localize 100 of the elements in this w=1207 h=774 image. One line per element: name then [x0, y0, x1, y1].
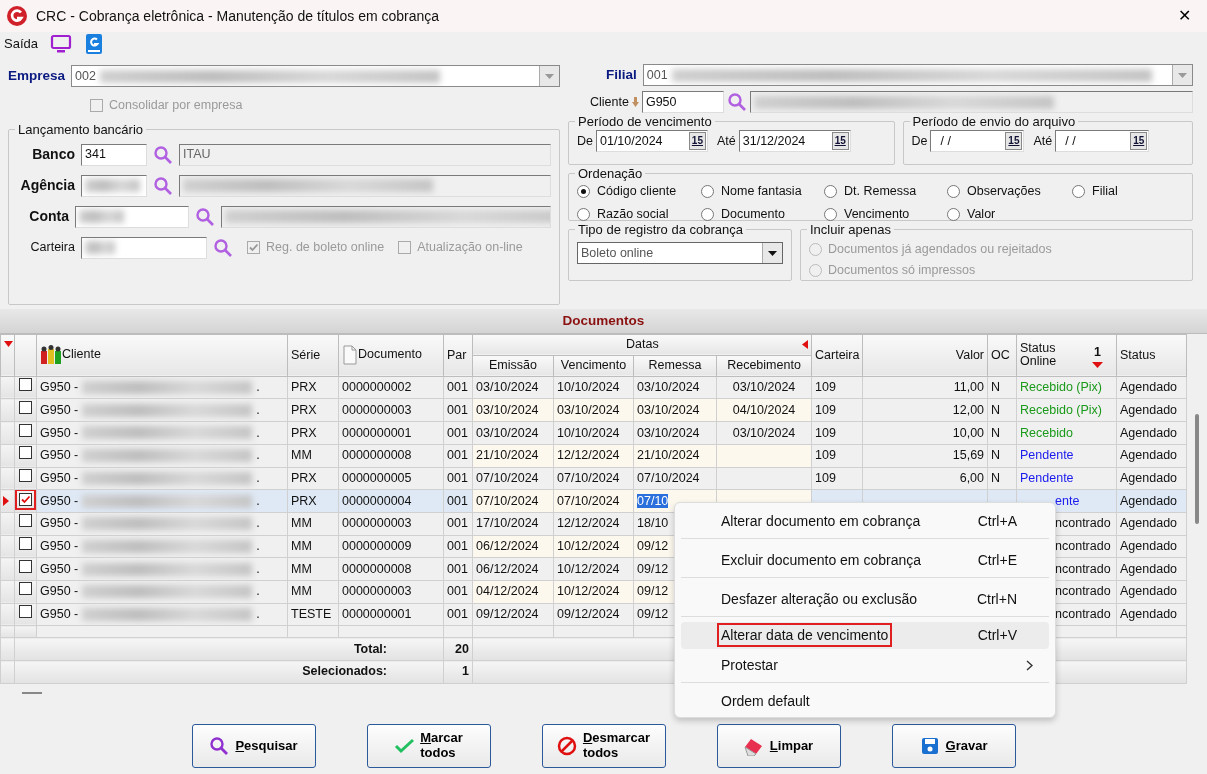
checkbox[interactable] — [19, 468, 32, 482]
action-button[interactable]: Desmarcar todos — [541, 723, 666, 768]
input-field[interactable]: 341 — [81, 143, 147, 166]
table-cell: 09/12 — [637, 584, 669, 599]
column-header[interactable]: Carteira — [811, 334, 863, 377]
redacted-text — [85, 179, 140, 193]
radio-button[interactable] — [1072, 184, 1085, 198]
table-row[interactable]: G950 - . PRX 0000000001 001 03/10/2024 10/10/2024 03/10/2024 03/10/2024 109 10,00 N Recebido Agendado — [0, 421, 1187, 445]
table-cell: ncontrado — [1055, 607, 1111, 622]
dropdown-arrow-icon — [545, 73, 554, 79]
select-field[interactable]: Boleto online — [577, 242, 783, 264]
table-cell: 09/12/2024 — [476, 607, 539, 622]
table-cell: PRX — [291, 402, 317, 417]
column-header[interactable]: Status — [1116, 334, 1187, 377]
search-icon[interactable] — [153, 175, 173, 196]
input-field[interactable]: G950 — [641, 91, 724, 113]
table-cell: 04/10/2024 — [732, 402, 796, 417]
table-cell: 109 — [815, 402, 836, 417]
column-header[interactable]: Série — [287, 334, 339, 377]
input-field[interactable] — [81, 236, 207, 259]
column-header[interactable]: OC — [987, 334, 1017, 377]
menu-item[interactable]: Alterar documento em cobrança Ctrl+A — [681, 505, 1049, 539]
action-button[interactable]: Limpar — [716, 723, 841, 768]
input-field[interactable] — [81, 174, 147, 197]
radio-button[interactable] — [947, 207, 960, 221]
table-cell-text: G950 - — [40, 424, 79, 442]
table-cell: 12,00 — [952, 402, 985, 417]
table-cell: 03/10/2024 — [637, 380, 700, 395]
table-row[interactable]: G950 - . PRX 0000000003 001 03/10/2024 03/10/2024 03/10/2024 04/10/2024 109 12,00 N Recebido (Pix) Agendado — [0, 398, 1187, 422]
date-field[interactable]: 31/12/2024 15 — [738, 130, 851, 152]
filial-combo[interactable]: 001 — [642, 64, 1193, 86]
menu-item[interactable]: Ordem default — [681, 688, 1049, 715]
date-field[interactable]: / / 15 — [930, 130, 1025, 152]
app-logo-icon — [6, 5, 28, 27]
table-cell: 001 — [447, 516, 468, 531]
menu-item[interactable]: Desfazer alteração ou exclusão Ctrl+N — [681, 583, 1049, 617]
radio-button[interactable] — [577, 184, 590, 198]
search-icon[interactable] — [726, 92, 747, 112]
calendar-button[interactable]: 15 — [688, 132, 706, 150]
checkbox-label: Consolidar por empresa — [109, 97, 243, 114]
checkbox[interactable] — [19, 537, 32, 551]
field-label: Empresa — [8, 66, 66, 85]
menu-item[interactable]: Protestar — [681, 649, 1049, 683]
table-cell: 03/10/2024 — [476, 380, 539, 395]
menu-item[interactable]: Alterar data de vencimento Ctrl+V — [681, 622, 1049, 649]
checkbox[interactable] — [19, 514, 32, 528]
table-row[interactable]: G950 - . PRX 0000000002 001 03/10/2024 10/10/2024 03/10/2024 03/10/2024 109 11,00 N Recebido (Pix) Agendado — [0, 376, 1187, 399]
radio-button[interactable] — [701, 207, 714, 221]
book-icon[interactable] — [84, 33, 104, 55]
description-field: ITAU — [179, 143, 551, 166]
action-button[interactable]: Pesquisar — [191, 723, 316, 768]
exit-label[interactable]: Saída — [4, 34, 38, 54]
search-icon[interactable] — [153, 144, 173, 165]
total-label: Selecionados: — [302, 664, 387, 679]
current-row-icon — [3, 496, 9, 507]
calendar-button[interactable]: 15 — [831, 132, 849, 150]
menu-item[interactable]: Excluir documento em cobrança Ctrl+E — [681, 544, 1049, 578]
radio-button[interactable] — [824, 207, 837, 221]
close-button[interactable]: ✕ — [1161, 0, 1207, 32]
action-button[interactable]: Marcar todos — [366, 723, 491, 768]
column-header[interactable]: Par — [443, 334, 473, 377]
checkbox[interactable] — [19, 559, 32, 573]
table-cell: 001 — [447, 539, 468, 554]
table-row[interactable]: G950 - . MM 0000000008 001 21/10/2024 12/12/2024 21/10/2024 109 15,69 N Pendente Agendado — [0, 444, 1187, 467]
checkbox[interactable] — [19, 378, 32, 392]
table-cell: 03/10/2024 — [476, 402, 539, 417]
action-button[interactable]: Gravar — [891, 723, 1016, 768]
monitor-icon[interactable] — [50, 34, 72, 54]
checkbox[interactable] — [19, 446, 32, 460]
radio-button[interactable] — [701, 184, 714, 198]
table-cell: 18/10 — [637, 516, 669, 531]
table-cell: 001 — [447, 561, 468, 576]
empresa-combo[interactable]: 002 — [71, 65, 560, 87]
calendar-button[interactable]: 15 — [1130, 132, 1148, 150]
checkbox[interactable] — [19, 582, 32, 596]
group-title: Tipo de registro da cobrança — [577, 223, 744, 236]
date-field[interactable]: 01/10/2024 15 — [596, 130, 708, 152]
table-cell: 09/12 — [637, 607, 669, 622]
table-row[interactable]: G950 - . PRX 0000000005 001 07/10/2024 07/10/2024 07/10/2024 109 6,00 N Pendente Agendado — [0, 467, 1187, 490]
checkbox[interactable] — [19, 423, 32, 437]
table-cell-text: . — [256, 583, 260, 601]
table-cell: N — [991, 470, 1001, 485]
sort-arrow-icon — [1092, 361, 1104, 368]
search-icon[interactable] — [213, 237, 233, 258]
column-header[interactable]: Status Online 1 — [1016, 334, 1117, 377]
column-header[interactable]: Documento — [338, 334, 444, 377]
date-field[interactable]: / / 15 — [1055, 130, 1150, 152]
checkbox[interactable] — [19, 605, 32, 619]
table-cell: 03/10/2024 — [637, 425, 700, 440]
table-cell: MM — [291, 539, 312, 554]
radio-button[interactable] — [824, 184, 837, 198]
search-icon[interactable] — [194, 206, 215, 227]
radio-button[interactable] — [947, 184, 960, 198]
column-header[interactable]: Cliente — [36, 334, 288, 377]
checkbox[interactable] — [19, 400, 32, 414]
radio-button[interactable] — [577, 207, 590, 221]
input-field[interactable] — [74, 205, 189, 228]
column-header[interactable]: Valor — [862, 334, 988, 377]
calendar-button[interactable]: 15 — [1005, 132, 1023, 150]
table-cell: 03/10/2024 — [557, 402, 620, 417]
